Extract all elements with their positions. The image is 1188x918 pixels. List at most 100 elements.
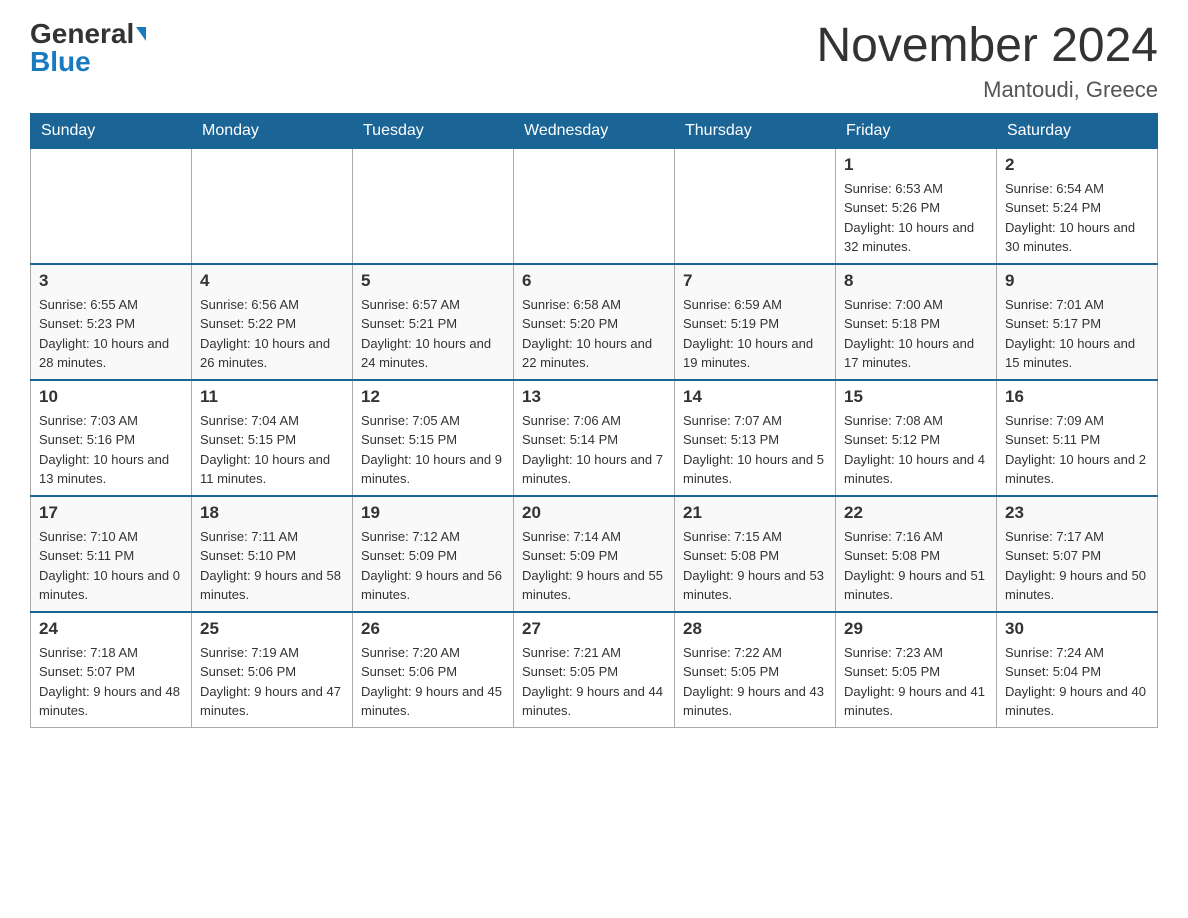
day-number: 26 bbox=[361, 619, 505, 639]
day-info: Sunrise: 7:07 AMSunset: 5:13 PMDaylight:… bbox=[683, 411, 827, 489]
calendar-cell: 29 Sunrise: 7:23 AMSunset: 5:05 PMDayligh… bbox=[836, 612, 997, 728]
day-info: Sunrise: 7:11 AMSunset: 5:10 PMDaylight:… bbox=[200, 527, 344, 605]
day-number: 3 bbox=[39, 271, 183, 291]
calendar-cell: 6 Sunrise: 6:58 AMSunset: 5:20 PMDaylight… bbox=[514, 264, 675, 380]
day-info: Sunrise: 7:01 AMSunset: 5:17 PMDaylight:… bbox=[1005, 295, 1149, 373]
calendar-cell: 10Sunrise: 7:03 AMSunset: 5:16 PMDayligh… bbox=[31, 380, 192, 496]
month-title: November 2024 bbox=[816, 20, 1158, 73]
day-info: Sunrise: 7:12 AMSunset: 5:09 PMDaylight:… bbox=[361, 527, 505, 605]
weekday-header-sunday: Sunday bbox=[31, 113, 192, 148]
calendar-cell: 4 Sunrise: 6:56 AMSunset: 5:22 PMDaylight… bbox=[192, 264, 353, 380]
calendar-cell: 3Sunrise: 6:55 AMSunset: 5:23 PMDaylight… bbox=[31, 264, 192, 380]
day-number: 2 bbox=[1005, 155, 1149, 175]
day-number: 15 bbox=[844, 387, 988, 407]
weekday-header-saturday: Saturday bbox=[997, 113, 1158, 148]
weekday-header-thursday: Thursday bbox=[675, 113, 836, 148]
calendar-week-row: 1 Sunrise: 6:53 AMSunset: 5:26 PMDaylight… bbox=[31, 148, 1158, 264]
calendar-cell: 28 Sunrise: 7:22 AMSunset: 5:05 PMDayligh… bbox=[675, 612, 836, 728]
weekday-header-monday: Monday bbox=[192, 113, 353, 148]
day-number: 21 bbox=[683, 503, 827, 523]
day-number: 14 bbox=[683, 387, 827, 407]
day-number: 7 bbox=[683, 271, 827, 291]
day-info: Sunrise: 7:00 AMSunset: 5:18 PMDaylight:… bbox=[844, 295, 988, 373]
calendar-cell: 8 Sunrise: 7:00 AMSunset: 5:18 PMDaylight… bbox=[836, 264, 997, 380]
day-info: Sunrise: 7:04 AMSunset: 5:15 PMDaylight:… bbox=[200, 411, 344, 489]
calendar-cell: 14 Sunrise: 7:07 AMSunset: 5:13 PMDayligh… bbox=[675, 380, 836, 496]
day-number: 13 bbox=[522, 387, 666, 407]
calendar-cell: 17 Sunrise: 7:10 AMSunset: 5:11 PMDayligh… bbox=[31, 496, 192, 612]
day-number: 6 bbox=[522, 271, 666, 291]
calendar-week-row: 17 Sunrise: 7:10 AMSunset: 5:11 PMDayligh… bbox=[31, 496, 1158, 612]
day-number: 5 bbox=[361, 271, 505, 291]
day-info: Sunrise: 7:18 AMSunset: 5:07 PMDaylight:… bbox=[39, 643, 183, 721]
day-info: Sunrise: 7:22 AMSunset: 5:05 PMDaylight:… bbox=[683, 643, 827, 721]
day-info: Sunrise: 7:23 AMSunset: 5:05 PMDaylight:… bbox=[844, 643, 988, 721]
logo: General Blue bbox=[30, 20, 146, 76]
day-info: Sunrise: 6:53 AMSunset: 5:26 PMDaylight:… bbox=[844, 179, 988, 257]
day-info: Sunrise: 7:19 AMSunset: 5:06 PMDaylight:… bbox=[200, 643, 344, 721]
calendar-cell: 12Sunrise: 7:05 AMSunset: 5:15 PMDayligh… bbox=[353, 380, 514, 496]
logo-blue-text: Blue bbox=[30, 48, 91, 76]
calendar-week-row: 24 Sunrise: 7:18 AMSunset: 5:07 PMDayligh… bbox=[31, 612, 1158, 728]
calendar-cell: 30Sunrise: 7:24 AMSunset: 5:04 PMDayligh… bbox=[997, 612, 1158, 728]
calendar-cell: 1 Sunrise: 6:53 AMSunset: 5:26 PMDaylight… bbox=[836, 148, 997, 264]
weekday-header-wednesday: Wednesday bbox=[514, 113, 675, 148]
day-number: 11 bbox=[200, 387, 344, 407]
day-number: 29 bbox=[844, 619, 988, 639]
day-number: 28 bbox=[683, 619, 827, 639]
calendar-cell: 13 Sunrise: 7:06 AMSunset: 5:14 PMDayligh… bbox=[514, 380, 675, 496]
day-info: Sunrise: 7:14 AMSunset: 5:09 PMDaylight:… bbox=[522, 527, 666, 605]
calendar-cell bbox=[353, 148, 514, 264]
day-number: 25 bbox=[200, 619, 344, 639]
calendar-cell: 15 Sunrise: 7:08 AMSunset: 5:12 PMDayligh… bbox=[836, 380, 997, 496]
day-info: Sunrise: 6:58 AMSunset: 5:20 PMDaylight:… bbox=[522, 295, 666, 373]
calendar-cell: 23Sunrise: 7:17 AMSunset: 5:07 PMDayligh… bbox=[997, 496, 1158, 612]
day-info: Sunrise: 6:57 AMSunset: 5:21 PMDaylight:… bbox=[361, 295, 505, 373]
day-info: Sunrise: 6:54 AMSunset: 5:24 PMDaylight:… bbox=[1005, 179, 1149, 257]
weekday-header-friday: Friday bbox=[836, 113, 997, 148]
calendar-cell: 24 Sunrise: 7:18 AMSunset: 5:07 PMDayligh… bbox=[31, 612, 192, 728]
day-number: 8 bbox=[844, 271, 988, 291]
calendar-cell: 2 Sunrise: 6:54 AMSunset: 5:24 PMDaylight… bbox=[997, 148, 1158, 264]
day-info: Sunrise: 7:06 AMSunset: 5:14 PMDaylight:… bbox=[522, 411, 666, 489]
calendar-cell: 9 Sunrise: 7:01 AMSunset: 5:17 PMDaylight… bbox=[997, 264, 1158, 380]
day-info: Sunrise: 7:03 AMSunset: 5:16 PMDaylight:… bbox=[39, 411, 183, 489]
day-info: Sunrise: 7:20 AMSunset: 5:06 PMDaylight:… bbox=[361, 643, 505, 721]
day-number: 24 bbox=[39, 619, 183, 639]
day-number: 9 bbox=[1005, 271, 1149, 291]
calendar-cell: 22Sunrise: 7:16 AMSunset: 5:08 PMDayligh… bbox=[836, 496, 997, 612]
day-info: Sunrise: 7:09 AMSunset: 5:11 PMDaylight:… bbox=[1005, 411, 1149, 489]
day-info: Sunrise: 7:08 AMSunset: 5:12 PMDaylight:… bbox=[844, 411, 988, 489]
day-number: 18 bbox=[200, 503, 344, 523]
weekday-header-row: SundayMondayTuesdayWednesdayThursdayFrid… bbox=[31, 113, 1158, 148]
calendar-cell: 7 Sunrise: 6:59 AMSunset: 5:19 PMDaylight… bbox=[675, 264, 836, 380]
day-number: 22 bbox=[844, 503, 988, 523]
day-number: 19 bbox=[361, 503, 505, 523]
day-number: 27 bbox=[522, 619, 666, 639]
calendar-cell: 26 Sunrise: 7:20 AMSunset: 5:06 PMDayligh… bbox=[353, 612, 514, 728]
calendar-cell: 18 Sunrise: 7:11 AMSunset: 5:10 PMDayligh… bbox=[192, 496, 353, 612]
calendar-cell bbox=[675, 148, 836, 264]
day-info: Sunrise: 7:21 AMSunset: 5:05 PMDaylight:… bbox=[522, 643, 666, 721]
day-info: Sunrise: 7:15 AMSunset: 5:08 PMDaylight:… bbox=[683, 527, 827, 605]
calendar-table: SundayMondayTuesdayWednesdayThursdayFrid… bbox=[30, 113, 1158, 728]
calendar-cell: 27 Sunrise: 7:21 AMSunset: 5:05 PMDayligh… bbox=[514, 612, 675, 728]
day-number: 4 bbox=[200, 271, 344, 291]
day-info: Sunrise: 6:59 AMSunset: 5:19 PMDaylight:… bbox=[683, 295, 827, 373]
title-block: November 2024 Mantoudi, Greece bbox=[816, 20, 1158, 103]
day-info: Sunrise: 6:56 AMSunset: 5:22 PMDaylight:… bbox=[200, 295, 344, 373]
calendar-cell: 16Sunrise: 7:09 AMSunset: 5:11 PMDayligh… bbox=[997, 380, 1158, 496]
day-number: 17 bbox=[39, 503, 183, 523]
logo-triangle-icon bbox=[136, 27, 146, 41]
day-info: Sunrise: 7:10 AMSunset: 5:11 PMDaylight:… bbox=[39, 527, 183, 605]
calendar-cell: 5 Sunrise: 6:57 AMSunset: 5:21 PMDaylight… bbox=[353, 264, 514, 380]
calendar-cell bbox=[514, 148, 675, 264]
calendar-week-row: 10Sunrise: 7:03 AMSunset: 5:16 PMDayligh… bbox=[31, 380, 1158, 496]
calendar-week-row: 3Sunrise: 6:55 AMSunset: 5:23 PMDaylight… bbox=[31, 264, 1158, 380]
day-number: 1 bbox=[844, 155, 988, 175]
day-number: 23 bbox=[1005, 503, 1149, 523]
calendar-cell: 11 Sunrise: 7:04 AMSunset: 5:15 PMDayligh… bbox=[192, 380, 353, 496]
calendar-cell: 20Sunrise: 7:14 AMSunset: 5:09 PMDayligh… bbox=[514, 496, 675, 612]
weekday-header-tuesday: Tuesday bbox=[353, 113, 514, 148]
calendar-cell bbox=[192, 148, 353, 264]
